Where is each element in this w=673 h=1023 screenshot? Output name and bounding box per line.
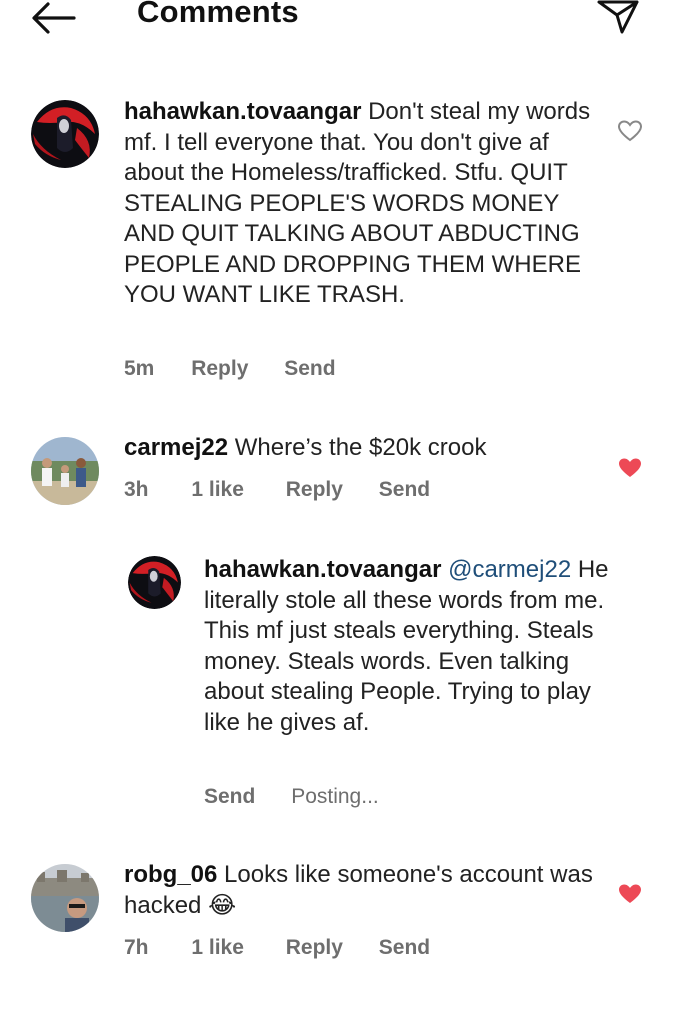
send-button[interactable]: Send bbox=[379, 936, 430, 960]
comment-meta: 3h 1 like Reply Send bbox=[124, 478, 430, 502]
mention-link[interactable]: @carmej22 bbox=[448, 556, 571, 583]
comment-text: Don't steal my words mf. I tell everyone… bbox=[124, 98, 591, 308]
likes-count[interactable]: 1 like bbox=[191, 478, 244, 502]
comment-meta: 5m Reply Send bbox=[124, 357, 336, 381]
likes-count[interactable]: 1 like bbox=[191, 936, 244, 960]
send-button[interactable]: Send bbox=[204, 785, 255, 809]
comment-time: 5m bbox=[124, 357, 155, 380]
reply-button[interactable]: Reply bbox=[286, 478, 343, 502]
avatar[interactable] bbox=[31, 437, 99, 505]
comment-username[interactable]: hahawkan.tovaangar bbox=[204, 556, 441, 583]
comment-username[interactable]: hahawkan.tovaangar bbox=[124, 98, 361, 125]
avatar[interactable] bbox=[31, 100, 99, 168]
back-arrow-icon[interactable] bbox=[28, 0, 78, 36]
comment-meta: 7h 1 like Reply Send bbox=[124, 936, 430, 960]
direct-send-icon[interactable] bbox=[596, 0, 642, 36]
posting-status: Posting... bbox=[291, 785, 379, 808]
comment-meta: Send Posting... bbox=[204, 785, 379, 809]
liked-heart-icon[interactable] bbox=[617, 882, 643, 906]
liked-heart-icon[interactable] bbox=[617, 456, 643, 480]
avatar[interactable] bbox=[31, 864, 99, 932]
send-button[interactable]: Send bbox=[379, 478, 430, 502]
comment-time: 7h bbox=[124, 936, 149, 959]
comment-username[interactable]: carmej22 bbox=[124, 434, 228, 461]
reply-button[interactable]: Reply bbox=[191, 357, 248, 381]
comment-time: 3h bbox=[124, 478, 149, 501]
avatar[interactable] bbox=[128, 556, 181, 609]
page-title: Comments bbox=[137, 0, 299, 29]
laughing-emoji-icon: 😂 bbox=[208, 891, 237, 919]
header-bar: Comments bbox=[0, 0, 673, 40]
reply-button[interactable]: Reply bbox=[286, 936, 343, 960]
comment-username[interactable]: robg_06 bbox=[124, 861, 217, 888]
send-button[interactable]: Send bbox=[284, 357, 335, 381]
comment-text: Where’s the $20k crook bbox=[234, 434, 487, 461]
like-heart-icon[interactable] bbox=[617, 119, 643, 143]
